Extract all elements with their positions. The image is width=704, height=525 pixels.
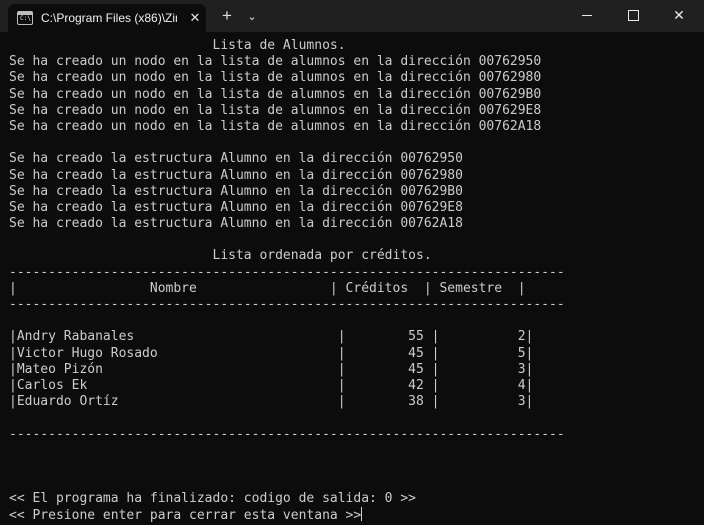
terminal-line: Se ha creado un nodo en la lista de alum… (9, 118, 542, 134)
terminal-line: | Nombre | Créditos | Semestre | (9, 280, 526, 296)
terminal-line: << El programa ha finalizado: codigo de … (9, 491, 416, 507)
minimize-button[interactable] (564, 0, 610, 30)
console-icon-text: C:\ (20, 15, 31, 22)
terminal-line: Se ha creado la estructura Alumno en la … (9, 216, 463, 232)
terminal-line: |Mateo Pizón | 45 | 3| (9, 361, 534, 377)
terminal-line: Se ha creado un nodo en la lista de alum… (9, 86, 542, 102)
maximize-button[interactable] (610, 0, 656, 30)
terminal-line: Se ha creado la estructura Alumno en la … (9, 183, 463, 199)
terminal-output[interactable]: Lista de Alumnos. Se ha creado un nodo en… (9, 38, 699, 524)
tab-close-icon[interactable]: ✕ (189, 10, 201, 26)
text-cursor (361, 507, 363, 522)
terminal-line: Lista ordenada por créditos. (9, 248, 432, 264)
terminal-line: Lista de Alumnos. (9, 38, 346, 53)
terminal-line: << Presione enter para cerrar esta venta… (9, 507, 363, 524)
terminal-line: ----------------------------------------… (9, 426, 565, 442)
close-button[interactable]: ✕ (656, 0, 702, 30)
terminal-line: ----------------------------------------… (9, 297, 565, 312)
chevron-down-icon[interactable]: ⌄ (244, 5, 260, 27)
terminal-line: Se ha creado un nodo en la lista de alum… (9, 70, 542, 86)
minimize-icon (582, 14, 592, 16)
terminal-line: |Victor Hugo Rosado | 45 | 5| (9, 345, 534, 361)
terminal-line: ----------------------------------------… (9, 264, 565, 280)
terminal-tab[interactable]: C:\ C:\Program Files (x86)\Zinjal\ ✕ (8, 4, 206, 32)
tab-title: C:\Program Files (x86)\Zinjal\ (41, 11, 177, 25)
terminal-line: Se ha creado un nodo en la lista de alum… (9, 102, 542, 118)
maximize-icon (627, 9, 639, 21)
terminal-window: C:\ C:\Program Files (x86)\Zinjal\ ✕ + ⌄… (0, 0, 704, 523)
console-icon: C:\ (17, 11, 33, 25)
title-bar[interactable]: C:\ C:\Program Files (x86)\Zinjal\ ✕ + ⌄… (0, 0, 704, 32)
terminal-line: Se ha creado la estructura Alumno en la … (9, 167, 463, 183)
terminal-line: |Andry Rabanales | 55 | 2| (9, 329, 534, 345)
terminal-line: Se ha creado la estructura Alumno en la … (9, 151, 463, 167)
terminal-line: |Eduardo Ortíz | 38 | 3| (9, 394, 534, 410)
new-tab-button[interactable]: + (218, 5, 236, 27)
terminal-line: Se ha creado un nodo en la lista de alum… (9, 54, 542, 70)
terminal-line: |Carlos Ek | 42 | 4| (9, 377, 534, 393)
terminal-line: Se ha creado la estructura Alumno en la … (9, 199, 463, 215)
